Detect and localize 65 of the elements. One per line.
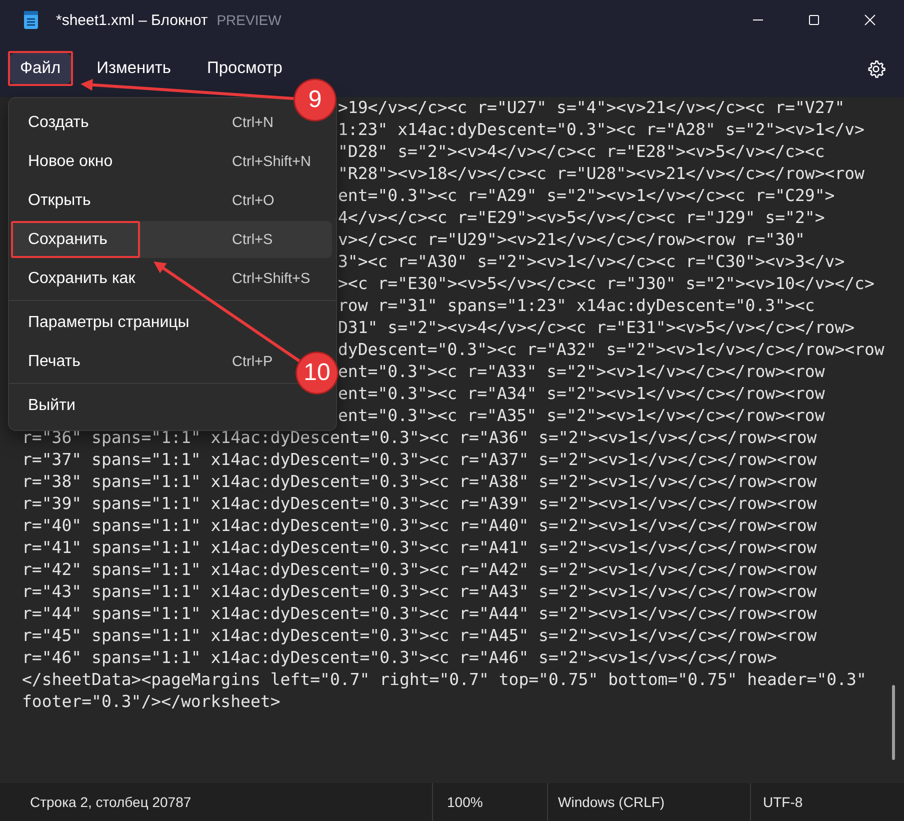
maximize-icon bbox=[808, 14, 820, 26]
menu-option[interactable]: Открыть Ctrl+O bbox=[13, 182, 280, 219]
menu-option[interactable]: Параметры страницы bbox=[13, 304, 238, 341]
text-line: 3"><c r="A30" s="2"><v>1</v></c><c r="C30"><v>3</v> bbox=[338, 251, 845, 273]
text-line: v></c><c r="U29"><v>21</v></c></row><row r="30" bbox=[338, 229, 805, 251]
text-line: >19</v></c><c r="U27" s="4"><v>21</v></c><c r="V27" bbox=[338, 97, 845, 119]
menu-option[interactable]: Сохранить как Ctrl+Shift+S bbox=[13, 260, 316, 297]
preview-label: PREVIEW bbox=[216, 12, 282, 28]
menu-option[interactable]: Печать Ctrl+P bbox=[13, 343, 279, 380]
text-line: r="37" spans="1:1" x14ac:dyDescent="0.3"><c r="A37" s="2"><v>1</v></c></row><row bbox=[22, 449, 817, 471]
option-label: Создать bbox=[28, 114, 90, 132]
option-label: Печать bbox=[28, 352, 82, 370]
text-line: r="45" spans="1:1" x14ac:dyDescent="0.3"><c r="A45" s="2"><v>1</v></c></row><row bbox=[22, 625, 817, 647]
shortcut-label: Ctrl+O bbox=[232, 192, 274, 208]
text-line: r="44" spans="1:1" x14ac:dyDescent="0.3"><c r="A44" s="2"><v>1</v></c></row><row bbox=[22, 603, 817, 625]
menu-item[interactable]: Просмотр bbox=[197, 53, 292, 84]
text-line: r="42" spans="1:1" x14ac:dyDescent="0.3"><c r="A42" s="2"><v>1</v></c></row><row bbox=[22, 559, 817, 581]
text-line: r="38" spans="1:1" x14ac:dyDescent="0.3"><c r="A38" s="2"><v>1</v></c></row><row bbox=[22, 471, 817, 493]
text-line: r="39" spans="1:1" x14ac:dyDescent="0.3"><c r="A39" s="2"><v>1</v></c></row><row bbox=[22, 493, 817, 515]
menu-option[interactable]: Новое окно Ctrl+Shift+N bbox=[13, 143, 317, 180]
shortcut-label: Ctrl+P bbox=[232, 354, 273, 370]
text-line: ><c r="E30"><v>5</v></c><c r="J30" s="2"><v>10</v></c> bbox=[338, 273, 874, 295]
text-line: dyDescent="0.3"><c r="A32" s="2"><v>1</v></c></row><row bbox=[338, 339, 884, 361]
cursor-position: Строка 2, столбец 20787 bbox=[30, 794, 192, 810]
text-line: </sheetData><pageMargins left="0.7" right="0.7" top="0.75" bottom="0.75" header="0.3" bbox=[22, 669, 866, 691]
text-line: ent="0.3"><c r="A33" s="2"><v>1</v></c></row><row bbox=[338, 361, 825, 383]
window-title: *sheet1.xml – Блокнот bbox=[56, 12, 208, 28]
text-line: r="46" spans="1:1" x14ac:dyDescent="0.3"><c r="A46" s="2"><v>1</v></c></row> bbox=[22, 647, 777, 669]
text-line: r="43" spans="1:1" x14ac:dyDescent="0.3"><c r="A43" s="2"><v>1</v></c></row><row bbox=[22, 581, 817, 603]
text-line: ent="0.3"><c r="A35" s="2"><v>1</v></c></row><row bbox=[338, 405, 825, 427]
text-line: D31" s="2"><v>4</v></c><c r="E31"><v>5</v></c></row> bbox=[338, 317, 855, 339]
line-ending: Windows (CRLF) bbox=[558, 794, 665, 810]
text-line: "D28" s="2"><v>4</v></c><c r="E28"><v>5</v></c><c bbox=[338, 141, 825, 163]
option-label: Сохранить bbox=[28, 230, 109, 248]
zoom-level: 100% bbox=[447, 794, 483, 810]
shortcut-label: Ctrl+Shift+S bbox=[232, 270, 310, 286]
close-icon bbox=[864, 14, 876, 26]
text-line: row r="31" spans="1:23" x14ac:dyDescent="0.3"><c bbox=[338, 295, 815, 317]
option-label: Сохранить как bbox=[28, 270, 136, 288]
menu-item[interactable]: Изменить bbox=[86, 53, 182, 84]
text-line: 1:23" x14ac:dyDescent="0.3"><c r="A28" s="2"><v>1</v> bbox=[338, 119, 864, 141]
menu-option[interactable]: Сохранить Ctrl+S bbox=[13, 221, 332, 258]
scrollbar-thumb[interactable] bbox=[892, 685, 895, 760]
option-label: Открыть bbox=[28, 192, 92, 210]
menu-option[interactable]: Выйти bbox=[13, 387, 238, 424]
settings-icon[interactable] bbox=[866, 58, 886, 78]
highlight-frame bbox=[8, 51, 73, 86]
encoding: UTF-8 bbox=[763, 794, 803, 810]
menu-option[interactable]: Создать Ctrl+N bbox=[13, 104, 280, 141]
text-line: r="41" spans="1:1" x14ac:dyDescent="0.3"><c r="A41" s="2"><v>1</v></c></row><row bbox=[22, 537, 817, 559]
shortcut-label: Ctrl+S bbox=[232, 232, 273, 248]
text-line: 4</v></c><c r="E29"><v>5</v></c><c r="J29" s="2"> bbox=[338, 207, 825, 229]
text-line: "R28"><v>18</v></c><c r="U28"><v>21</v></c></row><row bbox=[338, 163, 864, 185]
text-line: r="40" spans="1:1" x14ac:dyDescent="0.3"><c r="A40" s="2"><v>1</v></c></row><row bbox=[22, 515, 817, 537]
shortcut-label: Ctrl+Shift+N bbox=[232, 154, 311, 170]
option-label: Новое окно bbox=[28, 152, 114, 170]
shortcut-label: Ctrl+N bbox=[232, 114, 274, 130]
notepad-icon bbox=[23, 10, 39, 30]
menu-item[interactable]: Файл bbox=[10, 53, 71, 84]
option-label: Параметры страницы bbox=[28, 314, 190, 332]
text-line: ent="0.3"><c r="A29" s="2"><v>1</v></c><c r="C29"> bbox=[338, 185, 835, 207]
option-label: Выйти bbox=[28, 396, 76, 414]
text-line: footer="0.3"/></worksheet> bbox=[22, 691, 280, 713]
text-line: r="36" spans="1:1" x14ac:dyDescent="0.3"><c r="A36" s="2"><v>1</v></c></row><row bbox=[22, 427, 817, 449]
text-line: ent="0.3"><c r="A34" s="2"><v>1</v></c></row><row bbox=[338, 383, 825, 405]
